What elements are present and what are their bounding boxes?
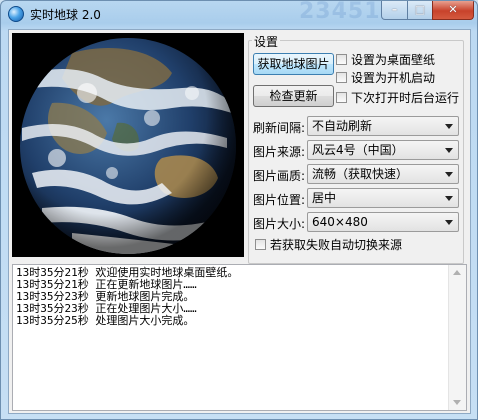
refresh-interval-select[interactable]: 不自动刷新 [307,116,459,136]
image-size-select[interactable]: 640×480 [307,212,459,232]
background-run-checkbox-row[interactable]: 下次打开时后台运行 [336,90,459,106]
settings-group-label: 设置 [252,33,281,50]
app-window: 实时地球 2.0 23451011 – □ ✕ 设置 获取地球图片 检查更新 设… [0,0,478,420]
chevron-down-icon [445,196,453,201]
refresh-interval-value: 不自动刷新 [312,119,373,133]
auto-switch-checkbox[interactable] [255,239,266,250]
wallpaper-checkbox[interactable] [336,54,347,65]
log-scrollbar[interactable] [448,265,466,410]
wallpaper-checkbox-row[interactable]: 设置为桌面壁纸 [336,52,435,68]
title-bar[interactable]: 实时地球 2.0 23451011 – □ ✕ [1,1,477,29]
background-run-checkbox[interactable] [336,92,347,103]
earth-globe-icon [20,38,236,254]
auto-switch-checkbox-label: 若获取失败自动切换来源 [270,238,403,252]
chevron-down-icon [445,148,453,153]
auto-switch-checkbox-row[interactable]: 若获取失败自动切换来源 [255,237,402,253]
image-position-label: 图片位置: [253,193,306,207]
check-update-button[interactable]: 检查更新 [253,85,334,107]
close-button[interactable]: ✕ [432,1,474,20]
maximize-icon: □ [414,3,426,16]
image-size-value: 640×480 [312,215,368,229]
minimize-icon: – [391,3,398,16]
image-quality-label: 图片画质: [253,169,306,183]
get-earth-image-button[interactable]: 获取地球图片 [253,53,334,75]
image-quality-value: 流畅（获取快速） [312,167,409,181]
autostart-checkbox-label: 设置为开机启动 [351,71,436,85]
scroll-down-arrow-icon[interactable] [453,400,461,405]
chevron-down-icon [445,172,453,177]
image-source-value: 风云4号（中国） [312,143,404,157]
maximize-button[interactable]: □ [407,1,433,20]
window-title: 实时地球 2.0 [30,8,101,22]
earth-icon [8,6,24,22]
chevron-down-icon [445,124,453,129]
log-line: 13时35分25秒 处理图片大小完成。 [16,314,195,327]
scroll-up-arrow-icon[interactable] [453,270,461,275]
image-size-label: 图片大小: [253,217,306,231]
image-position-value: 居中 [312,191,337,205]
autostart-checkbox-row[interactable]: 设置为开机启动 [336,70,435,86]
chevron-down-icon [445,220,453,225]
image-source-label: 图片来源: [253,145,306,159]
wallpaper-checkbox-label: 设置为桌面壁纸 [351,53,436,67]
autostart-checkbox[interactable] [336,72,347,83]
image-position-select[interactable]: 居中 [307,188,459,208]
client-area: 设置 获取地球图片 检查更新 设置为桌面壁纸 设置为开机启动 下次打开时后台运行… [8,29,471,414]
background-run-checkbox-label: 下次打开时后台运行 [351,91,460,105]
minimize-button[interactable]: – [381,1,408,20]
close-icon: ✕ [448,3,458,16]
earth-image [12,33,244,257]
log-textbox[interactable]: 13时35分21秒 欢迎使用实时地球桌面壁纸。 13时35分21秒 正在更新地球… [12,264,467,411]
image-quality-select[interactable]: 流畅（获取快速） [307,164,459,184]
image-source-select[interactable]: 风云4号（中国） [307,140,459,160]
refresh-interval-label: 刷新间隔: [253,121,306,135]
